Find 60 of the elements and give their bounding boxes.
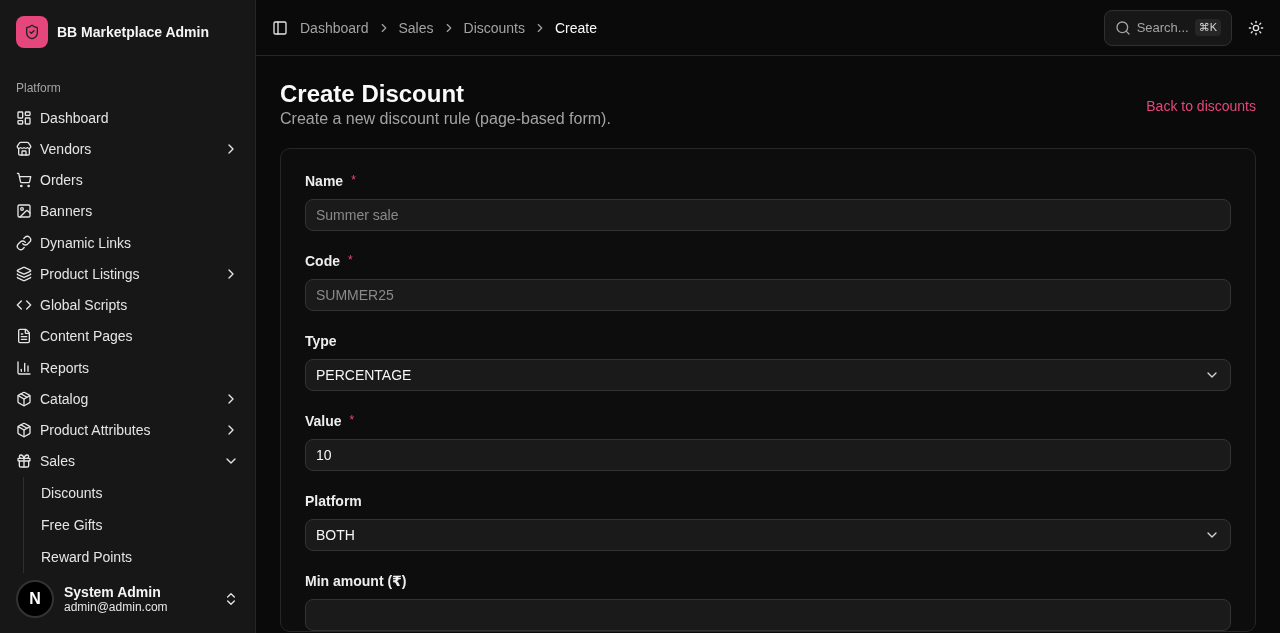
field-label: Code bbox=[305, 253, 340, 269]
sidebar-subitem[interactable]: Discounts bbox=[33, 477, 247, 509]
sidebar-item[interactable]: Product Listings bbox=[8, 258, 247, 290]
breadcrumb-link[interactable]: Sales bbox=[398, 19, 434, 36]
select-field[interactable]: BOTH bbox=[305, 519, 1231, 551]
box-icon bbox=[16, 390, 32, 407]
sidebar-item[interactable]: Orders bbox=[8, 164, 247, 196]
sidebar-item[interactable]: Content Pages bbox=[8, 320, 247, 352]
breadcrumb-link[interactable]: Dashboard bbox=[300, 19, 369, 36]
field-label: Name bbox=[305, 173, 344, 189]
cart-icon bbox=[16, 172, 32, 189]
sidebar-subitem[interactable]: Reward Points bbox=[33, 541, 247, 573]
sun-theme-icon[interactable] bbox=[1248, 19, 1264, 36]
image-icon bbox=[16, 203, 32, 220]
dashboard-icon bbox=[16, 109, 32, 126]
sidebar-item[interactable]: Vendors bbox=[8, 133, 247, 165]
breadcrumb-link[interactable]: Discounts bbox=[463, 19, 525, 36]
store-icon bbox=[16, 140, 32, 157]
sidebar-subitem[interactable]: Free Gifts bbox=[33, 509, 247, 541]
page-subtitle: Create a new discount rule (page-based form). bbox=[280, 110, 611, 128]
user-menu[interactable]: N System Admin admin@admin.com bbox=[0, 573, 255, 633]
sidebar-item[interactable]: Dashboard bbox=[8, 102, 247, 134]
shield-logo-icon bbox=[16, 16, 48, 48]
sidebar-item[interactable]: Banners bbox=[8, 195, 247, 227]
back-link[interactable]: Back to discounts bbox=[1146, 98, 1256, 114]
search-icon bbox=[1114, 19, 1131, 36]
input-field[interactable]: SUMMER25 bbox=[305, 279, 1231, 311]
breadcrumb-link[interactable]: Create bbox=[555, 19, 598, 36]
select-field[interactable]: PERCENTAGE bbox=[305, 359, 1231, 391]
required-mark: * bbox=[351, 173, 356, 187]
gift-icon bbox=[16, 453, 32, 470]
layers-icon bbox=[16, 265, 32, 282]
shortcut-key: ⌘K bbox=[1194, 19, 1221, 36]
link-icon bbox=[16, 234, 32, 251]
field-label: Value bbox=[305, 413, 342, 429]
required-mark: * bbox=[348, 253, 353, 267]
input-field[interactable] bbox=[305, 599, 1231, 631]
sidebar-item[interactable]: Dynamic Links bbox=[8, 227, 247, 259]
sidebar-item[interactable]: Global Scripts bbox=[8, 289, 247, 321]
section-label: Platform bbox=[15, 80, 62, 97]
box-icon bbox=[16, 422, 32, 439]
field-label: Min amount (₹) bbox=[305, 573, 407, 589]
sidebar-toggle-icon[interactable] bbox=[272, 19, 288, 36]
document-icon bbox=[16, 328, 32, 345]
sidebar-item[interactable]: Catalog bbox=[8, 383, 247, 415]
app-name: BB Marketplace Admin bbox=[57, 24, 209, 40]
required-mark: * bbox=[349, 413, 355, 427]
sidebar-item[interactable]: Reports bbox=[8, 352, 247, 384]
bar-chart-icon bbox=[16, 359, 32, 376]
user-name: System Admin bbox=[64, 584, 162, 600]
input-field[interactable]: Summer sale bbox=[305, 199, 1231, 231]
field-label: Platform bbox=[305, 493, 362, 509]
user-email: admin@admin.com bbox=[64, 600, 169, 614]
search-button[interactable]: Search... ⌘K bbox=[1103, 9, 1232, 46]
input-field[interactable]: 10 bbox=[305, 439, 1231, 471]
field-label: Type bbox=[305, 333, 337, 349]
sidebar-item[interactable]: Product Attributes bbox=[8, 414, 247, 446]
page-title: Create Discount bbox=[280, 80, 466, 108]
avatar: N bbox=[16, 580, 54, 618]
sidebar-item[interactable]: Sales bbox=[8, 445, 247, 477]
